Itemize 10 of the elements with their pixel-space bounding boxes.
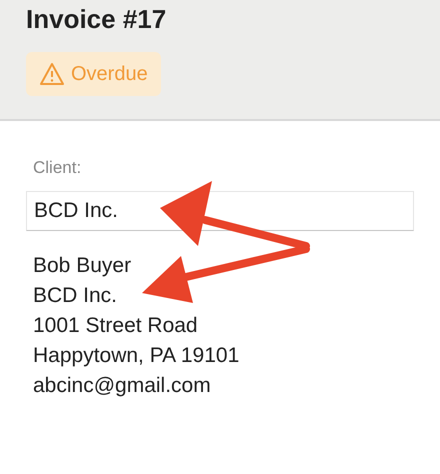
address-line: abcinc@gmail.com xyxy=(33,373,211,399)
address-line: Bob Buyer xyxy=(33,253,132,279)
invoice-title: Invoice #17 xyxy=(26,3,166,36)
address-line: BCD Inc. xyxy=(33,283,118,309)
address-line: 1001 Street Road xyxy=(33,313,198,339)
client-label: Client: xyxy=(32,157,82,179)
address-line: Happytown, PA 19101 xyxy=(33,343,240,369)
status-badge: Overdue xyxy=(26,52,161,96)
client-field[interactable]: BCD Inc. xyxy=(26,191,414,231)
warning-icon xyxy=(39,62,65,86)
